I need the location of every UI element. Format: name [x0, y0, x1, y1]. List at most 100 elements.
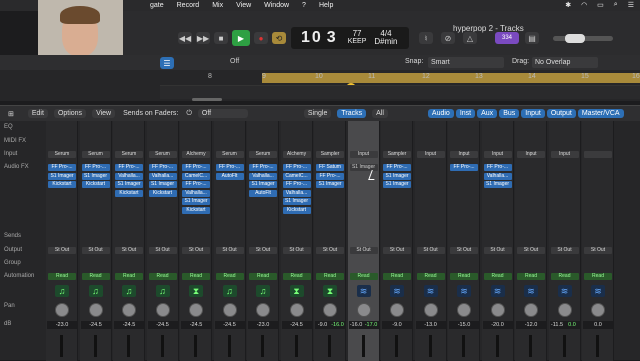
view-single[interactable]: Single [303, 109, 332, 118]
filter-output[interactable]: Output [546, 109, 576, 118]
output-slot[interactable]: St Out [249, 247, 277, 254]
audio-fx-slot[interactable]: S1 Imager [81, 172, 110, 180]
output-slot[interactable]: St Out [550, 247, 579, 254]
battery-icon[interactable]: ▭ [597, 1, 604, 9]
output-slot[interactable]: St Out [81, 247, 110, 254]
channel-strip[interactable]: Serum FF Pro-... Valhalla... S1 Imager Kicks… [113, 121, 145, 361]
track-type-icon[interactable]: ≋ [457, 285, 471, 297]
channel-strip[interactable]: Input St Out Read ≋ -12.0 [515, 121, 547, 361]
automation-mode[interactable]: Read [249, 273, 277, 280]
track-type-icon[interactable]: ♫ [88, 285, 103, 297]
automation-mode[interactable]: Read [148, 273, 177, 280]
cycle-button[interactable]: ⟲ [272, 32, 286, 44]
pan-knob[interactable] [55, 303, 69, 317]
volume-readout[interactable]: -11.5 [549, 321, 565, 329]
audio-fx-slot[interactable]: S1 Imager [383, 181, 411, 188]
channel-strip[interactable]: Alchemy FF Pro-... CamelC... FF Pro-... Valh… [280, 121, 313, 361]
audio-fx-slot[interactable]: Kickstart [182, 206, 210, 214]
track-type-icon[interactable]: ♫ [222, 285, 237, 297]
audio-fx-slot[interactable]: Kickstart [282, 206, 311, 214]
audio-fx-slot[interactable]: CamelC... [182, 172, 210, 180]
filter-bus[interactable]: Bus [499, 109, 520, 118]
volume-readout[interactable]: -13.0 [415, 321, 446, 329]
audio-fx-slot[interactable]: Valhalla... [148, 172, 177, 180]
search-icon[interactable]: ⌕ [614, 1, 618, 9]
output-slot[interactable]: St Out [416, 247, 445, 254]
input-slot[interactable]: Alchemy [282, 151, 311, 158]
channel-strip[interactable]: Sampler FF Pro-... S1 Imager S1 Imager St Ou… [381, 121, 413, 361]
power-icon[interactable]: ⏻ [186, 110, 192, 118]
lcd-display[interactable]: 10 3 77 KEEP 4/4 D#min [291, 27, 409, 49]
pan-knob[interactable] [122, 303, 136, 317]
volume-fader[interactable] [160, 335, 164, 357]
volume-fader[interactable] [361, 335, 365, 357]
pan-knob[interactable] [356, 303, 371, 317]
channel-strip[interactable]: Input FF Pro-... Valhalla... S1 Imager St Ou… [481, 121, 514, 361]
automation-mode[interactable]: Read [115, 273, 143, 280]
solo-icon[interactable]: ⊘ [441, 32, 455, 44]
control-center-icon[interactable]: ☰ [628, 1, 634, 9]
input-slot[interactable]: Input [349, 151, 378, 158]
automation-mode[interactable]: Read [215, 273, 244, 280]
audio-fx-slot[interactable]: Valhalla... [483, 172, 512, 180]
options-menu[interactable]: Options [53, 109, 87, 118]
channel-strip[interactable]: Alchemy FF Pro-... CamelC... FF Pro-... Valh… [180, 121, 212, 361]
track-type-icon[interactable]: ⧗ [289, 285, 304, 297]
track-type-icon[interactable]: ≋ [423, 285, 438, 297]
view-all[interactable]: All [372, 109, 388, 118]
input-slot[interactable] [584, 151, 612, 158]
channel-strip[interactable]: Input St Out Read ≋ -13.0 [414, 121, 447, 361]
input-slot[interactable]: Input [550, 151, 579, 158]
audio-fx-slot[interactable]: S1 Imager [483, 181, 512, 188]
volume-readout[interactable]: -9.0 [315, 321, 330, 329]
volume-fader[interactable] [495, 335, 499, 357]
volume-fader[interactable] [261, 335, 264, 357]
output-slot[interactable]: St Out [148, 247, 177, 254]
volume-fader[interactable] [127, 335, 130, 357]
automation-mode[interactable]: Read [584, 273, 612, 280]
volume-fader[interactable] [93, 335, 97, 357]
volume-readout[interactable]: -12.0 [516, 321, 546, 329]
volume-fader[interactable] [294, 335, 298, 357]
volume-fader[interactable] [194, 335, 197, 357]
volume-readout[interactable]: -20.0 [482, 321, 513, 329]
volume-readout[interactable]: -9.0 [382, 321, 412, 329]
automation-mode[interactable]: Read [81, 273, 110, 280]
input-slot[interactable]: Serum [148, 151, 177, 158]
pan-knob[interactable] [222, 303, 237, 317]
track-type-icon[interactable]: ♫ [122, 285, 136, 297]
volume-fader[interactable] [227, 335, 231, 357]
output-slot[interactable]: St Out [483, 247, 512, 254]
sends-select[interactable]: Off [197, 109, 248, 118]
input-slot[interactable]: Serum [115, 151, 143, 158]
track-type-icon[interactable]: ≋ [356, 285, 371, 297]
audio-fx-slot[interactable]: FF Pro-... [249, 164, 277, 171]
channel-strip[interactable]: Serum FF Pro-... AutoFlt St Out Read ♫ -24.5 [213, 121, 246, 361]
menu-mix[interactable]: Mix [212, 2, 223, 9]
volume-readout[interactable]: -24.5 [147, 321, 178, 329]
pan-knob[interactable] [189, 303, 203, 317]
channel-strip[interactable]: Input St Out Read ≋ -11.5 0.0 [548, 121, 581, 361]
track-type-icon[interactable]: ≋ [557, 285, 572, 297]
input-slot[interactable]: Serum [215, 151, 244, 158]
pan-knob[interactable] [457, 303, 471, 317]
audio-fx-slot[interactable]: Kickstart [81, 181, 110, 188]
volume-readout[interactable]: -24.5 [214, 321, 245, 329]
audio-fx-slot[interactable]: AutoFlt [249, 189, 277, 197]
volume-fader[interactable] [462, 335, 465, 357]
audio-fx-slot[interactable]: S1 Imager [316, 181, 344, 188]
channel-strip[interactable]: Serum FF Pro-... Valhalla... S1 Imager Kicks… [146, 121, 179, 361]
audio-fx-slot[interactable]: S1 Imager [249, 181, 277, 188]
automation-mode[interactable]: Read [416, 273, 445, 280]
audio-fx-slot[interactable]: FF Pro-... [48, 164, 76, 171]
audio-fx-slot[interactable]: FF Pro-... [81, 164, 110, 171]
track-type-icon[interactable]: ♫ [256, 285, 270, 297]
output-slot[interactable]: St Out [115, 247, 143, 254]
play-button[interactable]: ▶ [232, 30, 250, 46]
audio-fx-slot[interactable]: FF Pro-... [115, 164, 143, 171]
audio-fx-slot[interactable]: FF Pro-... [282, 181, 311, 188]
volume-readout[interactable]: -16.0 [348, 321, 364, 329]
audio-fx-slot[interactable]: FF Pro-... [450, 164, 478, 171]
track-type-icon[interactable]: ⧗ [323, 285, 337, 297]
menu-view[interactable]: View [236, 2, 251, 9]
